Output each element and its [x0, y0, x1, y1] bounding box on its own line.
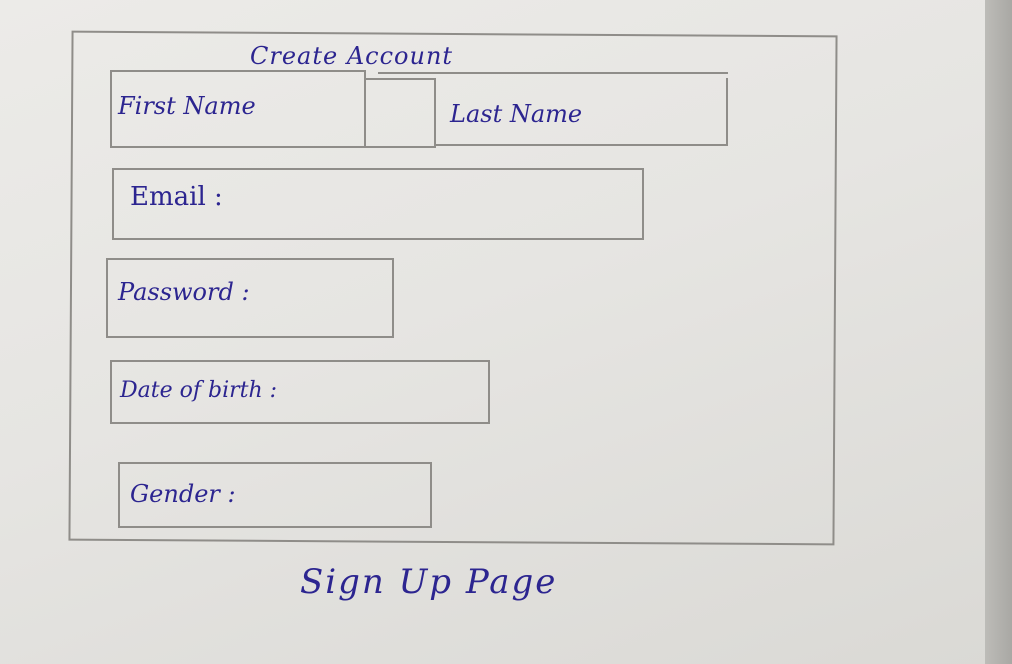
date-of-birth-label: Date of birth : [120, 378, 278, 403]
name-divider-box [364, 78, 436, 148]
form-title: Create Account [250, 42, 454, 70]
first-name-label: First Name [118, 92, 256, 120]
title-underline [378, 72, 728, 74]
email-label: Email : [130, 182, 223, 212]
last-name-label: Last Name [450, 100, 583, 128]
page-caption: Sign Up Page [300, 562, 558, 602]
gender-label: Gender : [130, 480, 236, 508]
paper-edge [985, 0, 1012, 664]
password-label: Password : [118, 278, 250, 306]
